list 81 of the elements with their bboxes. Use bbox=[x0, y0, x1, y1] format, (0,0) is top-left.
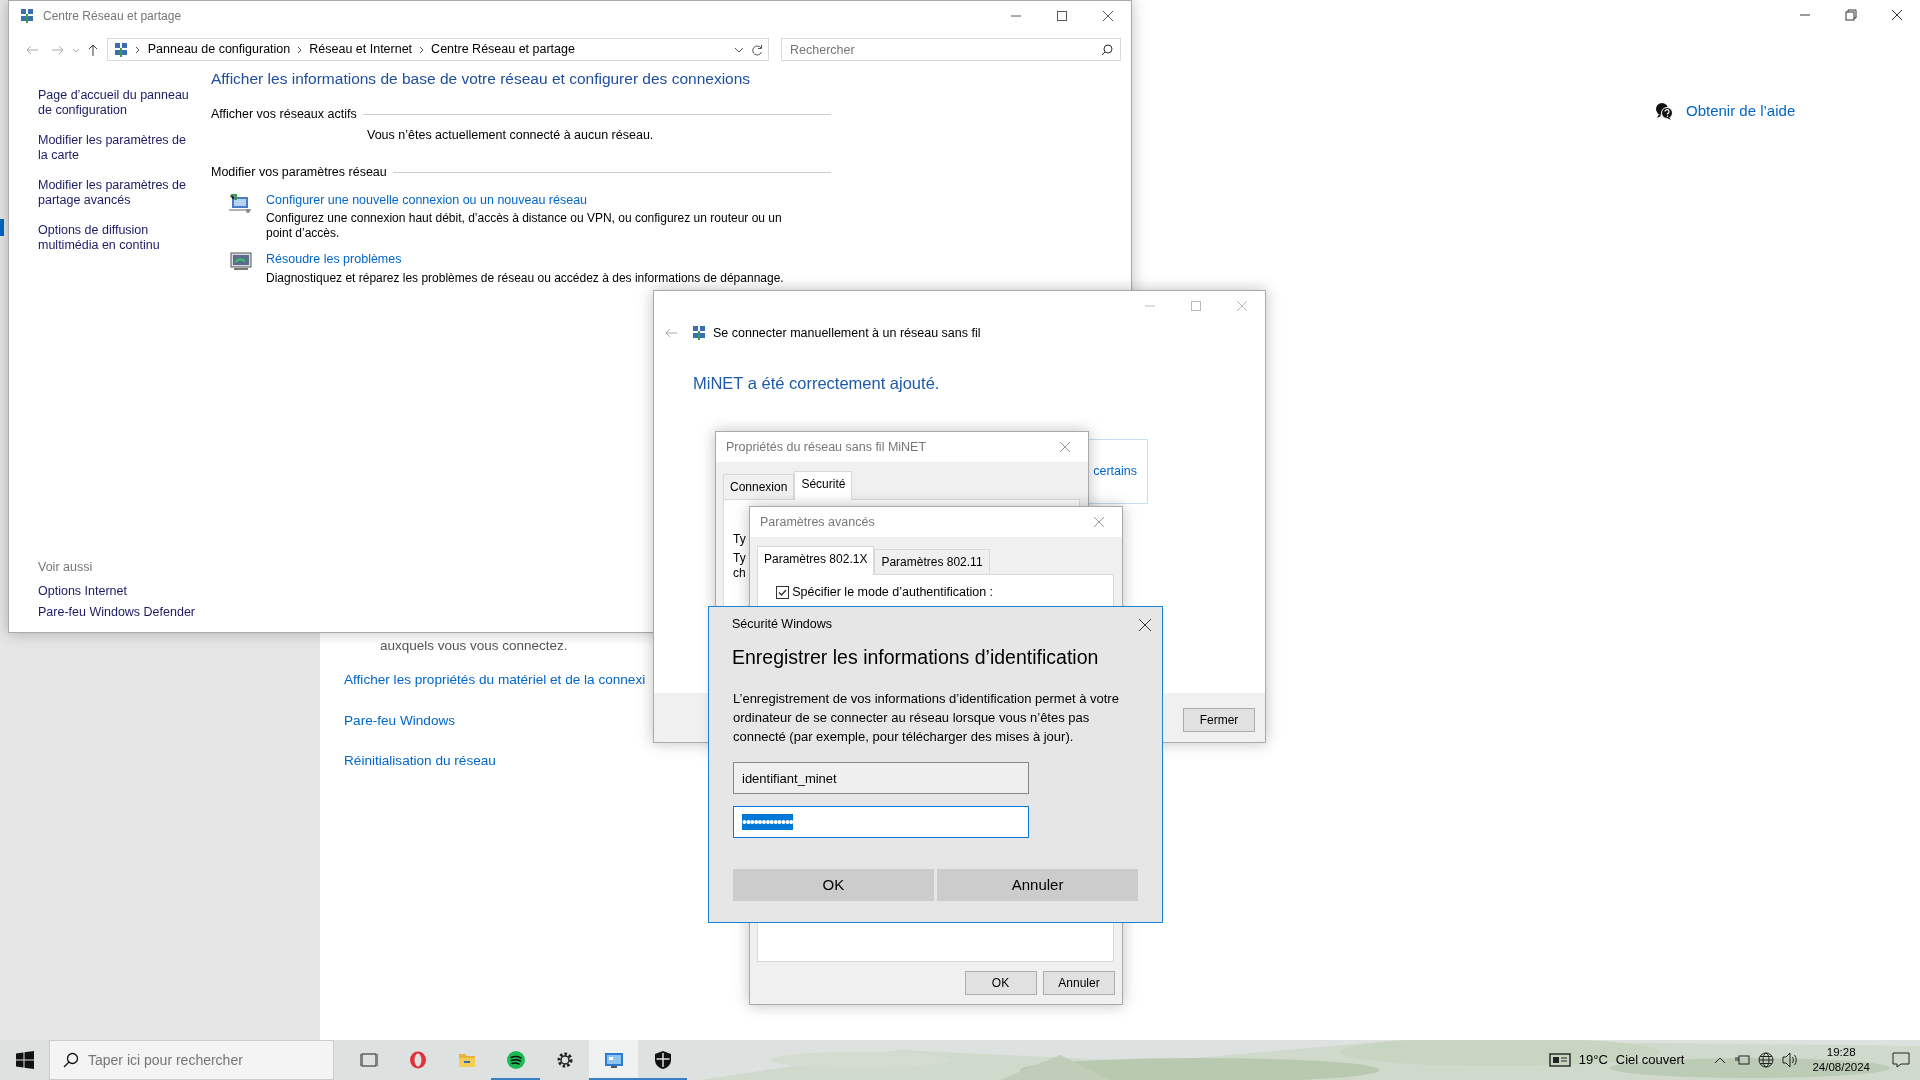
close-button[interactable]: Fermer bbox=[1183, 708, 1255, 732]
chevron-icon bbox=[135, 45, 142, 54]
checkbox[interactable] bbox=[776, 585, 789, 599]
sidebar-link[interactable]: Modifier les paramètres de partage avancés bbox=[38, 178, 199, 208]
temperature-text: 19°C bbox=[1578, 1051, 1608, 1070]
window-title: Centre Réseau et partage bbox=[43, 8, 182, 25]
address-bar[interactable]: Panneau de configuration Réseau et Internet Centre Réseau et partage bbox=[106, 38, 769, 61]
task-view-icon[interactable] bbox=[359, 1051, 378, 1069]
cancel-button[interactable]: Annuler bbox=[937, 869, 1138, 902]
dialog-tab[interactable]: Sécurité bbox=[794, 471, 853, 500]
section-title: Modifier vos paramètres réseau bbox=[211, 163, 387, 181]
ok-button[interactable]: OK bbox=[964, 971, 1037, 995]
partial-text: auxquels vous vous connectez. bbox=[380, 637, 568, 655]
shield-icon[interactable] bbox=[653, 1051, 672, 1069]
dialog-tab[interactable]: Paramètres 802.11 bbox=[874, 549, 990, 574]
help-link[interactable]: Obtenir de l’aide bbox=[1686, 100, 1796, 123]
partial-label: ch bbox=[733, 566, 746, 581]
see-also-heading: Voir aussi bbox=[38, 559, 94, 577]
chevron-up-icon[interactable] bbox=[1714, 1056, 1727, 1064]
settings-icon[interactable] bbox=[555, 1051, 574, 1069]
dialog-heading: Enregistrer les informations d’identification bbox=[732, 645, 1100, 670]
volume-icon[interactable] bbox=[1782, 1052, 1799, 1068]
task-link[interactable]: Configurer une nouvelle connexion ou un nouveau réseau bbox=[266, 190, 588, 210]
option-link[interactable]: certains bbox=[1093, 461, 1137, 481]
settings-link[interactable]: Afficher les propriétés du matériel et de la connexi bbox=[344, 670, 646, 691]
chevron-icon bbox=[296, 45, 303, 54]
dialog-tab[interactable]: Paramètres 802.1X bbox=[757, 546, 875, 575]
wireless-network-icon bbox=[690, 325, 707, 342]
clock-time[interactable]: 19:28 bbox=[1826, 1045, 1856, 1060]
page-heading: Afficher les informations de base de votre réseau et configurer des connexions bbox=[211, 69, 752, 89]
task-link[interactable]: Résoudre les problèmes bbox=[266, 250, 402, 269]
ok-button[interactable]: OK bbox=[733, 869, 934, 902]
clock-date[interactable]: 24/08/2024 bbox=[1812, 1060, 1870, 1075]
search-icon[interactable] bbox=[63, 1052, 79, 1068]
sidebar-link[interactable]: Modifier les paramètres de la carte bbox=[38, 133, 199, 163]
partial-label: Ty bbox=[733, 532, 746, 547]
dialog-message: L’enregistrement de vos informations d’identification permet à votre ordinateur de se connecter au réseau lorsque vous n’êtes pas connecté (par exemple, pour télécharger des mises à jour). bbox=[733, 690, 1120, 747]
cancel-button[interactable]: Annuler bbox=[1043, 971, 1115, 995]
weather-icon bbox=[1548, 1052, 1571, 1068]
password-field[interactable]: ••••••••••••• bbox=[733, 806, 1029, 839]
see-also-link[interactable]: Options Internet bbox=[38, 583, 199, 599]
opera-icon[interactable] bbox=[408, 1051, 427, 1069]
network-icon bbox=[19, 8, 35, 24]
sidebar-link[interactable]: Options de diffusion multimédia en continu bbox=[38, 223, 199, 253]
sidebar-link[interactable]: Page d’accueil du panneau de configuration bbox=[38, 88, 199, 118]
task-description: Configurez une connexion haut débit, d’accès à distance ou VPN, ou configurez un routeur ou un point d’accès. bbox=[266, 211, 783, 242]
task-description: Diagnostiquez et réparez les problèmes de réseau ou accédez à des informations de dépannage. bbox=[266, 271, 785, 286]
selection-indicator bbox=[0, 219, 4, 236]
music-app-icon[interactable] bbox=[506, 1051, 525, 1069]
section-title: Afficher vos réseaux actifs bbox=[211, 106, 357, 124]
refresh-icon[interactable] bbox=[750, 43, 763, 56]
breadcrumb-item[interactable]: Panneau de configuration bbox=[147, 40, 291, 59]
close-icon[interactable] bbox=[1138, 617, 1152, 632]
help-chat-icon bbox=[1655, 102, 1673, 121]
settings-link[interactable]: Pare-feu Windows bbox=[344, 710, 456, 732]
dialog-title: Propriétés du réseau sans fil MiNET bbox=[726, 438, 927, 456]
breadcrumb-item[interactable]: Centre Réseau et partage bbox=[431, 40, 575, 59]
checkbox-label[interactable]: Spécifier le mode d’authentification : bbox=[792, 583, 994, 602]
success-message: MiNET a été correctement ajouté. bbox=[693, 372, 941, 394]
taskbar-search-field[interactable]: Taper ici pour rechercher bbox=[49, 1040, 334, 1080]
see-also-link[interactable]: Pare-feu Windows Defender bbox=[38, 605, 199, 620]
settings-link[interactable]: Réinitialisation du réseau bbox=[344, 751, 496, 772]
search-icon[interactable] bbox=[1101, 44, 1113, 56]
battery-plug-icon[interactable] bbox=[1734, 1053, 1751, 1067]
chevron-icon bbox=[418, 45, 425, 54]
windows-logo-icon[interactable] bbox=[15, 1051, 34, 1069]
search-field[interactable]: Rechercher bbox=[781, 38, 1121, 61]
wizard-title: Se connecter manuellement à un réseau sans fil bbox=[713, 325, 981, 342]
breadcrumb-item[interactable]: Réseau et Internet bbox=[309, 40, 413, 59]
network-icon bbox=[112, 41, 129, 58]
status-text: Vous n’êtes actuellement connecté à aucun réseau. bbox=[367, 127, 655, 144]
dialog-app-title: Sécurité Windows bbox=[732, 615, 833, 633]
weather-condition: Ciel couvert bbox=[1615, 1051, 1685, 1070]
dialog-title: Paramètres avancés bbox=[760, 513, 875, 531]
dialog-tab[interactable]: Connexion bbox=[723, 474, 795, 499]
partial-label: Ty bbox=[733, 551, 746, 566]
dropdown-icon[interactable] bbox=[734, 45, 744, 54]
username-field[interactable]: identifiant_minet bbox=[733, 762, 1029, 795]
notification-icon[interactable] bbox=[1892, 1052, 1910, 1068]
globe-icon[interactable] bbox=[1758, 1052, 1775, 1068]
monitor-icon bbox=[229, 250, 253, 273]
